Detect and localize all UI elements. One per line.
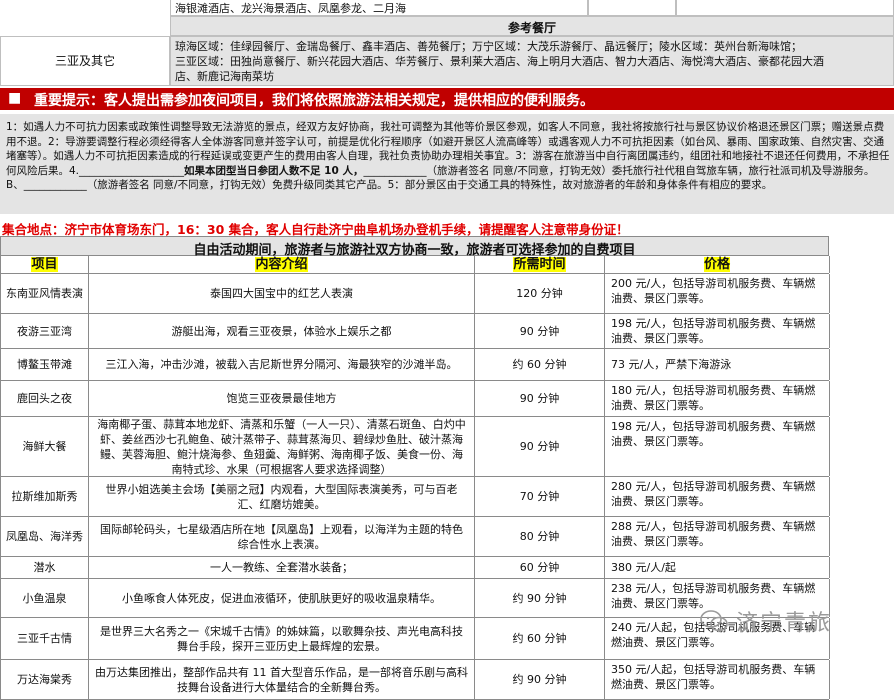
table-row: 万达海棠秀 由万达集团推出，整部作品共有 11 首大型音乐作品，是一部将音乐剧与高… xyxy=(0,660,830,700)
activity-desc: 泰国四大国宝中的红艺人表演 xyxy=(89,274,475,313)
header-name: 项目 xyxy=(1,256,89,273)
header-desc: 内容介绍 xyxy=(89,256,475,273)
table-row: 夜游三亚湾 游艇出海，观看三亚夜景，体验水上娱乐之都 90 分钟 198 元/人，包括… xyxy=(0,314,830,349)
table-row: 东南亚风情表演 泰国四大国宝中的红艺人表演 120 分钟 200 元/人，包括导游司机… xyxy=(0,274,830,314)
watermark: 济宁青旅 xyxy=(700,606,890,636)
table-row: 海鲜大餐 海南椰子蛋、蒜茸本地龙虾、清蒸和乐蟹（一人一只）、清蒸石斑鱼、白灼中虾、… xyxy=(0,417,830,477)
activity-price: 280 元/人，包括导游司机服务费、车辆燃油费、景区门票等。 xyxy=(605,477,830,516)
terms-blank: ____________________ xyxy=(79,164,185,177)
activity-time: 约 60 分钟 xyxy=(475,618,605,659)
activity-desc: 小鱼啄食人体死皮，促进血液循环，使肌肤更好的吸收温泉精华。 xyxy=(89,579,475,617)
region-label-cell: 三亚及其它 xyxy=(0,36,170,86)
activity-price: 288 元/人，包括导游司机服务费、车辆燃油费、景区门票等。 xyxy=(605,517,830,556)
activity-desc: 三江入海，冲击沙滩，被载入吉尼斯世界分隔河、海最狭窄的沙滩半岛。 xyxy=(89,349,475,380)
activity-name: 小鱼温泉 xyxy=(1,579,89,617)
terms-p5: 5：部分景区由于交通工具的特殊性，故对旅游者的年龄和身体条件有相应的要求。 xyxy=(387,179,773,192)
activity-desc: 饱览三亚夜景最佳地方 xyxy=(89,381,475,416)
activity-time: 120 分钟 xyxy=(475,274,605,313)
dining-heading: 参考餐厅 xyxy=(507,21,556,35)
watermark-text: 济宁青旅 xyxy=(736,611,833,636)
terms-sign2: ____________（旅游者签名 同意/不同意，打钩无效）免费升级同类其它产… xyxy=(23,179,388,192)
header-time: 所需时间 xyxy=(475,256,605,273)
activity-desc: 世界小姐选美主会场【美丽之冠】内观看，大型国际表演美秀，可与百老汇、红磨坊媲美。 xyxy=(89,477,475,516)
activity-desc: 是世界三大名秀之一《宋城千古情》的姊妹篇，以歌舞杂技、声光电高科技舞台手段，探开… xyxy=(89,618,475,659)
activity-name: 海鲜大餐 xyxy=(1,417,89,476)
activity-name: 东南亚风情表演 xyxy=(1,274,89,313)
activity-price: 180 元/人，包括导游司机服务费、车辆燃油费、景区门票等。 xyxy=(605,381,830,416)
table-row: 鹿回头之夜 饱览三亚夜景最佳地方 90 分钟 180 元/人，包括导游司机服务费、车辆… xyxy=(0,381,830,417)
activity-time: 约 90 分钟 xyxy=(475,579,605,617)
dining-line-2: 三亚区域：田独尚意餐厅、新兴花园大酒店、华芳餐厅、景利莱大酒店、海上明月大酒店、… xyxy=(175,55,824,68)
activity-name: 潜水 xyxy=(1,557,89,578)
activity-name: 凤凰岛、海洋秀 xyxy=(1,517,89,556)
activity-time: 约 60 分钟 xyxy=(475,349,605,380)
activity-name: 夜游三亚湾 xyxy=(1,314,89,348)
terms-box: 1：如遇人力不可抗力因素或政策性调整导致无法游览的景点，经双方友好协商，我社可调… xyxy=(0,114,894,214)
dining-heading-cell: 参考餐厅 xyxy=(170,16,894,36)
activity-desc: 海南椰子蛋、蒜茸本地龙虾、清蒸和乐蟹（一人一只）、清蒸石斑鱼、白灼中虾、姜丝西沙… xyxy=(89,417,475,476)
dining-line-3: 店、新鹿记海南菜坊 xyxy=(175,70,274,83)
activity-desc: 国际邮轮码头，七星级酒店所在地【凤凰岛】上观看，以海洋为主题的特色综合性水上表演… xyxy=(89,517,475,556)
activity-price: 198 元/人，包括导游司机服务费、车辆燃油费、景区门票等。 xyxy=(605,314,830,348)
activity-time: 70 分钟 xyxy=(475,477,605,516)
terms-bold: 如果本团型当日参团人数不足 10 人， xyxy=(184,164,364,177)
activity-desc: 游艇出海，观看三亚夜景，体验水上娱乐之都 xyxy=(89,314,475,348)
activity-time: 90 分钟 xyxy=(475,314,605,348)
activity-name: 三亚千古情 xyxy=(1,618,89,659)
header-price: 价格 xyxy=(605,256,830,273)
activity-time: 80 分钟 xyxy=(475,517,605,556)
table-row: 拉斯维加斯秀 世界小姐选美主会场【美丽之冠】内观看，大型国际表演美秀，可与百老汇、… xyxy=(0,477,830,517)
top-cell-empty-1 xyxy=(588,0,676,16)
dining-list-cell: 琼海区域：佳绿园餐厅、金瑞岛餐厅、鑫丰酒店、善苑餐厅；万宁区域：大茂乐游餐厅、晶… xyxy=(170,36,894,86)
activity-name: 博鳌玉带滩 xyxy=(1,349,89,380)
activities-header-row: 项目 内容介绍 所需时间 价格 xyxy=(0,256,830,274)
notice-text: 重要提示：客人提出需参加夜间项目，我们将依照旅游法相关规定，提供相应的便利服务。 xyxy=(34,93,594,109)
region-label: 三亚及其它 xyxy=(54,54,115,68)
notice-marker: ■ xyxy=(8,90,22,106)
activity-time: 90 分钟 xyxy=(475,417,605,476)
activity-price: 198 元/人，包括导游司机服务费、车辆燃油费、景区门票等。 xyxy=(605,417,830,476)
activities-title-row: 自由活动期间，旅游者与旅游社双方协商一致，旅游者可选择参加的自费项目 xyxy=(0,236,829,258)
top-cell-hotels: 海银滩酒店、龙兴海景酒店、凤凰参龙、二月海 xyxy=(170,0,588,16)
activity-time: 90 分钟 xyxy=(475,381,605,416)
activity-desc: 一人一教练、全套潜水装备； xyxy=(89,557,475,578)
dining-line-1: 琼海区域：佳绿园餐厅、金瑞岛餐厅、鑫丰酒店、善苑餐厅；万宁区域：大茂乐游餐厅、晶… xyxy=(175,40,802,53)
wechat-icon xyxy=(700,610,728,632)
activity-price: 200 元/人，包括导游司机服务费、车辆燃油费、景区门票等。 xyxy=(605,274,830,313)
terms-paragraph: 1：如遇人力不可抗力因素或政策性调整导致无法游览的景点，经双方友好协商，我社可调… xyxy=(6,120,890,193)
table-row: 凤凰岛、海洋秀 国际邮轮码头，七星级酒店所在地【凤凰岛】上观看，以海洋为主题的特色… xyxy=(0,517,830,557)
top-cell-empty-2 xyxy=(676,0,894,16)
notice-bar: ■ 重要提示：客人提出需参加夜间项目，我们将依照旅游法相关规定，提供相应的便利服… xyxy=(0,88,894,110)
table-row: 潜水 一人一教练、全套潜水装备； 60 分钟 380 元/人/起 xyxy=(0,557,830,579)
activity-price: 380 元/人/起 xyxy=(605,557,830,578)
table-row: 博鳌玉带滩 三江入海，冲击沙滩，被载入吉尼斯世界分隔河、海最狭窄的沙滩半岛。约 6… xyxy=(0,349,830,381)
activity-price: 73 元/人，严禁下海游泳 xyxy=(605,349,830,380)
activity-name: 拉斯维加斯秀 xyxy=(1,477,89,516)
activity-name: 鹿回头之夜 xyxy=(1,381,89,416)
activity-time: 60 分钟 xyxy=(475,557,605,578)
